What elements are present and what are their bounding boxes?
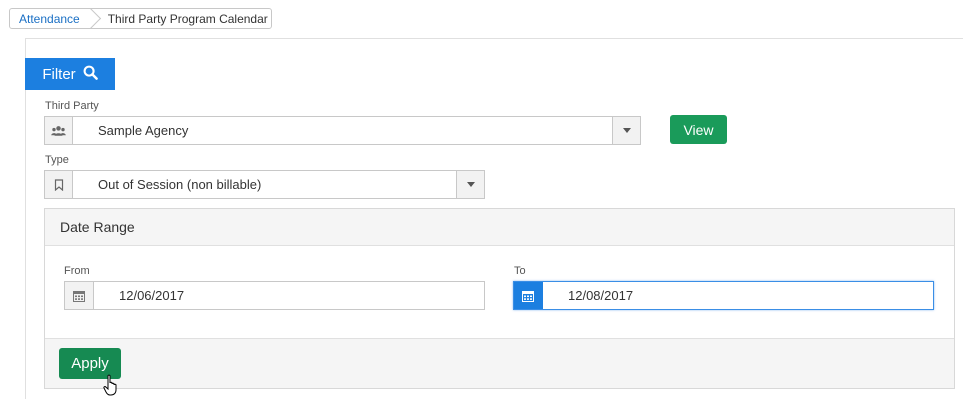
hand-cursor-icon <box>103 374 121 399</box>
to-date-input[interactable]: 12/08/2017 <box>513 281 934 310</box>
breadcrumb-current: Third Party Program Calendar <box>107 11 268 26</box>
chevron-down-icon[interactable] <box>456 171 484 198</box>
view-button[interactable]: View <box>670 115 727 144</box>
breadcrumb-attendance-link[interactable]: Attendance <box>10 9 88 28</box>
from-date-value: 12/06/2017 <box>119 288 185 303</box>
from-date-input[interactable]: 12/06/2017 <box>64 281 485 310</box>
to-date-value: 12/08/2017 <box>568 288 634 303</box>
date-range-title: Date Range <box>45 209 954 246</box>
type-select[interactable]: Out of Session (non billable) <box>44 170 485 199</box>
date-range-footer <box>45 338 954 388</box>
search-icon <box>83 65 98 84</box>
calendar-icon[interactable] <box>65 282 94 309</box>
breadcrumb: Attendance Third Party Program Calendar <box>9 8 272 29</box>
third-party-select[interactable]: Sample Agency <box>44 116 641 145</box>
to-label: To <box>514 265 526 277</box>
group-icon <box>45 117 73 144</box>
filter-label: Filter <box>42 65 76 83</box>
type-value: Out of Session (non billable) <box>98 177 262 192</box>
from-label: From <box>64 265 90 277</box>
chevron-down-icon[interactable] <box>612 117 640 144</box>
filter-tab[interactable]: Filter <box>25 58 115 90</box>
bookmark-icon <box>45 171 73 198</box>
breadcrumb-separator <box>88 9 100 28</box>
third-party-label: Third Party <box>45 100 99 112</box>
calendar-icon[interactable] <box>514 282 543 309</box>
third-party-value: Sample Agency <box>98 123 189 138</box>
type-label: Type <box>45 154 69 166</box>
